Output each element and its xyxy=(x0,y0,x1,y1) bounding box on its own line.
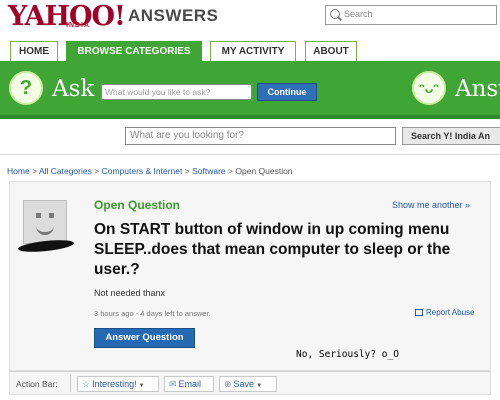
breadcrumb-software[interactable]: Software xyxy=(192,166,226,176)
breadcrumb-separator: > xyxy=(228,166,233,176)
breadcrumb-home[interactable]: Home xyxy=(7,166,30,176)
star-icon: ☆ xyxy=(82,379,91,389)
answer-label: Answ xyxy=(455,76,500,102)
tab-about[interactable]: ABOUT xyxy=(305,41,357,61)
question-meta: 3 hours ago - 4 days left to answer. xyxy=(94,309,211,318)
header-search-input[interactable]: Search xyxy=(325,5,497,25)
report-abuse-label: Report Abuse xyxy=(426,308,475,317)
interesting-label: Interesting! xyxy=(92,379,137,389)
action-bar-label: Action Bar: xyxy=(16,379,58,389)
avatar[interactable] xyxy=(23,200,67,244)
flag-icon xyxy=(415,309,423,316)
ask-question-input[interactable]: What would you like to ask? xyxy=(101,84,252,100)
save-label: Save xyxy=(233,379,255,389)
email-button[interactable]: ✉ Email xyxy=(164,376,214,392)
question-status: Open Question xyxy=(94,198,181,212)
tab-browse-categories[interactable]: BROWSE CATEGORIES xyxy=(66,41,202,62)
product-title[interactable]: ANSWERS xyxy=(128,6,218,26)
continue-button[interactable]: Continue xyxy=(257,83,317,101)
breadcrumb-separator: > xyxy=(184,166,190,176)
save-icon: ⊕ xyxy=(224,379,232,389)
search-icon xyxy=(330,9,340,19)
envelope-icon: ✉ xyxy=(169,379,177,389)
breadcrumb-separator: > xyxy=(94,166,100,176)
breadcrumb: Home > All Categories > Computers & Inte… xyxy=(7,166,293,176)
breadcrumb-computers-internet[interactable]: Computers & Internet xyxy=(102,166,183,176)
question-smiley-icon: ? xyxy=(9,71,43,105)
breadcrumb-separator: > xyxy=(32,166,38,176)
interesting-button[interactable]: ☆ Interesting! ▼ xyxy=(77,376,159,392)
save-button[interactable]: ⊕ Save ▼ xyxy=(219,376,277,392)
chevron-down-icon: ▼ xyxy=(138,383,145,389)
search-placeholder: Search xyxy=(344,9,373,19)
ask-label: Ask xyxy=(52,76,95,102)
email-label: Email xyxy=(178,379,202,389)
lookup-search-button[interactable]: Search Y! India An xyxy=(402,127,500,145)
question-title: On START button of window in up coming m… xyxy=(94,221,451,278)
show-another-link[interactable]: Show me another » xyxy=(392,200,470,210)
chevron-down-icon: ▼ xyxy=(256,383,263,389)
report-abuse-link[interactable]: Report Abuse xyxy=(415,308,474,317)
tab-my-activity[interactable]: MY ACTIVITY xyxy=(210,41,296,61)
divider xyxy=(0,154,500,155)
answer-question-button[interactable]: Answer Question xyxy=(94,328,195,348)
breadcrumb-current: Open Question xyxy=(235,166,293,176)
question-details: Not needed thanx xyxy=(94,288,166,298)
tab-home[interactable]: HOME xyxy=(10,41,58,61)
lookup-search-input[interactable]: What are you looking for? xyxy=(125,127,396,145)
logo-region: INDIA xyxy=(66,22,91,29)
breadcrumb-all-categories[interactable]: All Categories xyxy=(39,166,92,176)
divider xyxy=(70,375,71,392)
overlay-caption: No, Seriously? o_O xyxy=(296,349,399,360)
answer-smiley-icon: ᵔᴗᵔ xyxy=(412,71,446,105)
